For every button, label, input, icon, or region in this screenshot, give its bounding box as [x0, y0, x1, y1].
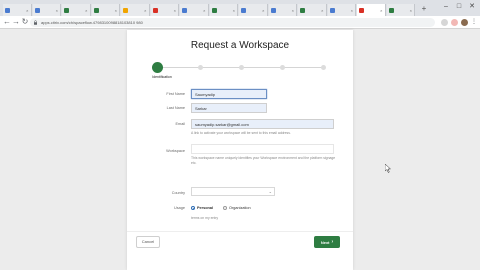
usage-option-personal-label[interactable]: Personal [197, 206, 213, 210]
email-helper-text: A link to activate your workspace will b… [191, 131, 291, 135]
step-2-dot [198, 65, 203, 70]
browser-tab[interactable]: × [91, 4, 120, 16]
tab-favicon-icon [64, 7, 69, 13]
lock-icon [34, 20, 37, 25]
usage-radio-group: Personal Organization [191, 206, 261, 210]
minimize-button[interactable]: – [440, 2, 452, 12]
tab-favicon-icon [152, 7, 158, 13]
last-name-label: Last Name [166, 106, 185, 110]
step-5-dot [321, 65, 326, 70]
browser-tab-strip: × × × × × × × × × × × × × × + – □ ✕ [0, 0, 480, 16]
extension-icon-2[interactable] [451, 19, 458, 26]
tab-favicon-icon [93, 7, 99, 13]
step-1-active-dot [152, 62, 163, 73]
tab-favicon-icon [329, 7, 335, 13]
first-name-label: First Name [166, 92, 185, 96]
next-button-label: Next [320, 239, 330, 245]
usage-radio-organization[interactable] [223, 206, 228, 210]
tab-favicon-icon [182, 7, 187, 13]
chevron-down-icon: ⌄ [268, 189, 272, 194]
tab-favicon-icon [300, 7, 305, 13]
tab-favicon-icon [211, 7, 217, 13]
request-workspace-card: Request a Workspace Identification First… [127, 30, 353, 270]
profile-avatar-icon[interactable] [461, 19, 468, 26]
page-title: Request a Workspace [190, 40, 290, 51]
cancel-button[interactable]: Cancel [136, 236, 160, 248]
tab-close-icon[interactable]: × [233, 8, 235, 13]
page-viewport: Request a Workspace Identification First… [0, 30, 480, 270]
tab-close-icon[interactable]: × [174, 8, 176, 13]
tab-close-icon[interactable]: × [351, 8, 353, 13]
first-name-input[interactable]: Saumyadip [191, 89, 267, 99]
stepper: Identification [152, 62, 326, 82]
usage-helper-text: terms on my entry [191, 216, 219, 220]
browser-toolbar: ← → ↻ apps.citrix.com/ch/spaceflow.47983… [0, 16, 480, 29]
tab-close-icon[interactable]: × [26, 8, 28, 13]
browser-tab[interactable]: × [327, 4, 356, 16]
tab-favicon-icon [270, 7, 276, 13]
menu-kebab-icon[interactable]: ⋮ [469, 17, 479, 27]
tab-close-icon[interactable]: × [85, 8, 87, 13]
browser-tab[interactable]: × [386, 4, 415, 16]
browser-tab[interactable]: × [268, 4, 297, 16]
new-tab-button[interactable]: + [419, 4, 429, 14]
next-button[interactable]: Next › [314, 236, 340, 248]
usage-option-organization-label[interactable]: Organization [229, 206, 251, 210]
browser-tab[interactable]: × [357, 4, 386, 16]
workspace-label: Workspace [166, 149, 185, 153]
tab-favicon-icon [359, 7, 364, 13]
browser-tab[interactable]: × [298, 4, 327, 16]
tab-close-icon[interactable]: × [115, 8, 117, 13]
last-name-input[interactable]: Sarkar [191, 103, 267, 113]
usage-label: Usage [174, 206, 185, 210]
browser-tab[interactable]: × [32, 4, 61, 16]
url-text: apps.citrix.com/ch/spaceflow.47983100988… [41, 20, 143, 25]
email-input[interactable]: saumyadip.sarkar@gmail.com [191, 119, 334, 129]
tab-close-icon[interactable]: × [380, 8, 382, 13]
tab-close-icon[interactable]: × [321, 8, 323, 13]
browser-tab[interactable]: × [180, 4, 209, 16]
step-4-dot [280, 65, 285, 70]
tab-favicon-icon [388, 7, 394, 13]
browser-tab[interactable]: × [150, 4, 179, 16]
tab-close-icon[interactable]: × [410, 8, 412, 13]
email-label: Email [175, 122, 186, 126]
step-3-dot [239, 65, 244, 70]
country-select[interactable]: ⌄ [191, 187, 275, 196]
browser-tab[interactable]: × [121, 4, 150, 16]
browser-tab[interactable]: × [209, 4, 238, 16]
tab-close-icon[interactable]: × [56, 8, 58, 13]
mouse-cursor-icon [385, 164, 391, 173]
tab-favicon-icon [123, 7, 128, 13]
country-label: Country [171, 191, 185, 195]
step-label-identification: Identification [152, 75, 172, 79]
window-close-button[interactable]: ✕ [466, 2, 478, 12]
browser-tab[interactable]: × [239, 4, 268, 16]
tab-close-icon[interactable]: × [144, 8, 146, 13]
usage-radio-personal[interactable] [191, 206, 195, 210]
tab-close-icon[interactable]: × [262, 8, 264, 13]
browser-tab[interactable]: × [62, 4, 91, 16]
reload-button[interactable]: ↻ [20, 17, 30, 27]
address-bar[interactable]: apps.citrix.com/ch/spaceflow.47983100988… [30, 18, 435, 27]
footer-divider [127, 231, 353, 232]
tab-favicon-icon [34, 7, 40, 13]
extension-icon[interactable] [441, 19, 448, 26]
workspace-input[interactable] [191, 144, 334, 154]
browser-tab[interactable]: × [3, 4, 32, 16]
chevron-right-icon: › [331, 239, 334, 245]
workspace-helper-text: This workspace name uniquely identifies … [191, 156, 336, 165]
tab-close-icon[interactable]: × [292, 8, 294, 13]
tab-favicon-icon [241, 7, 246, 13]
tab-close-icon[interactable]: × [203, 8, 205, 13]
maximize-button[interactable]: □ [453, 2, 465, 12]
tab-favicon-icon [5, 7, 10, 13]
